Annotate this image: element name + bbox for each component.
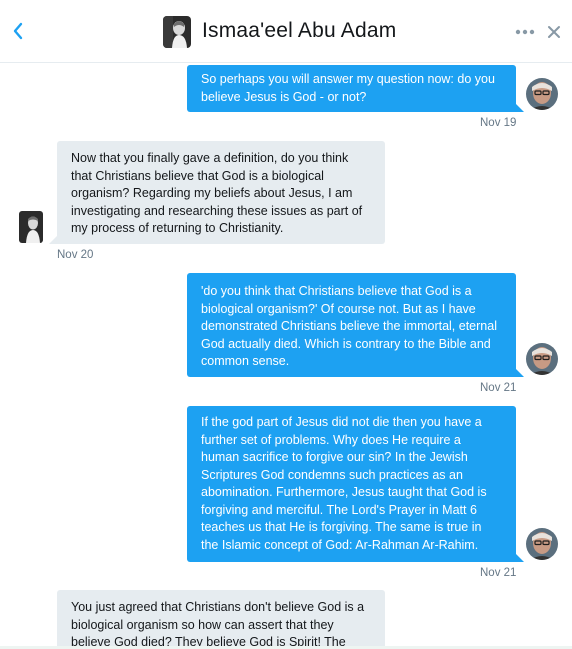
message-text: If the god part of Jesus did not die the… [201, 415, 487, 552]
message-timestamp: Nov 21 [480, 567, 517, 579]
message-bubble-sent[interactable]: So perhaps you will answer my question n… [187, 65, 516, 112]
message-text: 'do you think that Christians believe th… [201, 284, 497, 368]
message-bubble-received[interactable]: Now that you finally gave a definition, … [57, 141, 385, 244]
dm-conversation-window: Ismaa'eel Abu Adam So perhaps you will a… [0, 0, 572, 649]
bubble-tail [516, 104, 524, 112]
my-avatar[interactable] [526, 528, 558, 560]
more-dots-icon [515, 29, 535, 35]
message-text: You just agreed that Christians don't be… [71, 600, 365, 649]
conversation-title: Ismaa'eel Abu Adam [202, 19, 397, 42]
message-text: So perhaps you will answer my question n… [201, 72, 495, 104]
conversation-header: Ismaa'eel Abu Adam [0, 0, 572, 63]
message-timestamp: Nov 19 [480, 117, 517, 129]
back-button[interactable] [8, 19, 28, 43]
message-bubble-sent[interactable]: 'do you think that Christians believe th… [187, 273, 516, 377]
contact-avatar[interactable] [163, 16, 191, 48]
message-bubble-received[interactable]: You just agreed that Christians don't be… [57, 590, 385, 649]
my-avatar[interactable] [526, 343, 558, 375]
bubble-tail [516, 369, 524, 377]
more-options-button[interactable] [514, 22, 536, 42]
bubble-tail [49, 236, 57, 244]
contact-avatar[interactable] [19, 211, 43, 243]
bubble-tail [516, 554, 524, 562]
my-avatar[interactable] [526, 78, 558, 110]
message-text: Now that you finally gave a definition, … [71, 151, 363, 235]
chevron-left-icon [13, 22, 23, 40]
message-timestamp: Nov 21 [480, 382, 517, 394]
message-timestamp: Nov 20 [57, 249, 94, 261]
message-bubble-sent[interactable]: If the god part of Jesus did not die the… [187, 406, 516, 562]
close-icon [548, 26, 560, 38]
close-button[interactable] [544, 21, 564, 43]
